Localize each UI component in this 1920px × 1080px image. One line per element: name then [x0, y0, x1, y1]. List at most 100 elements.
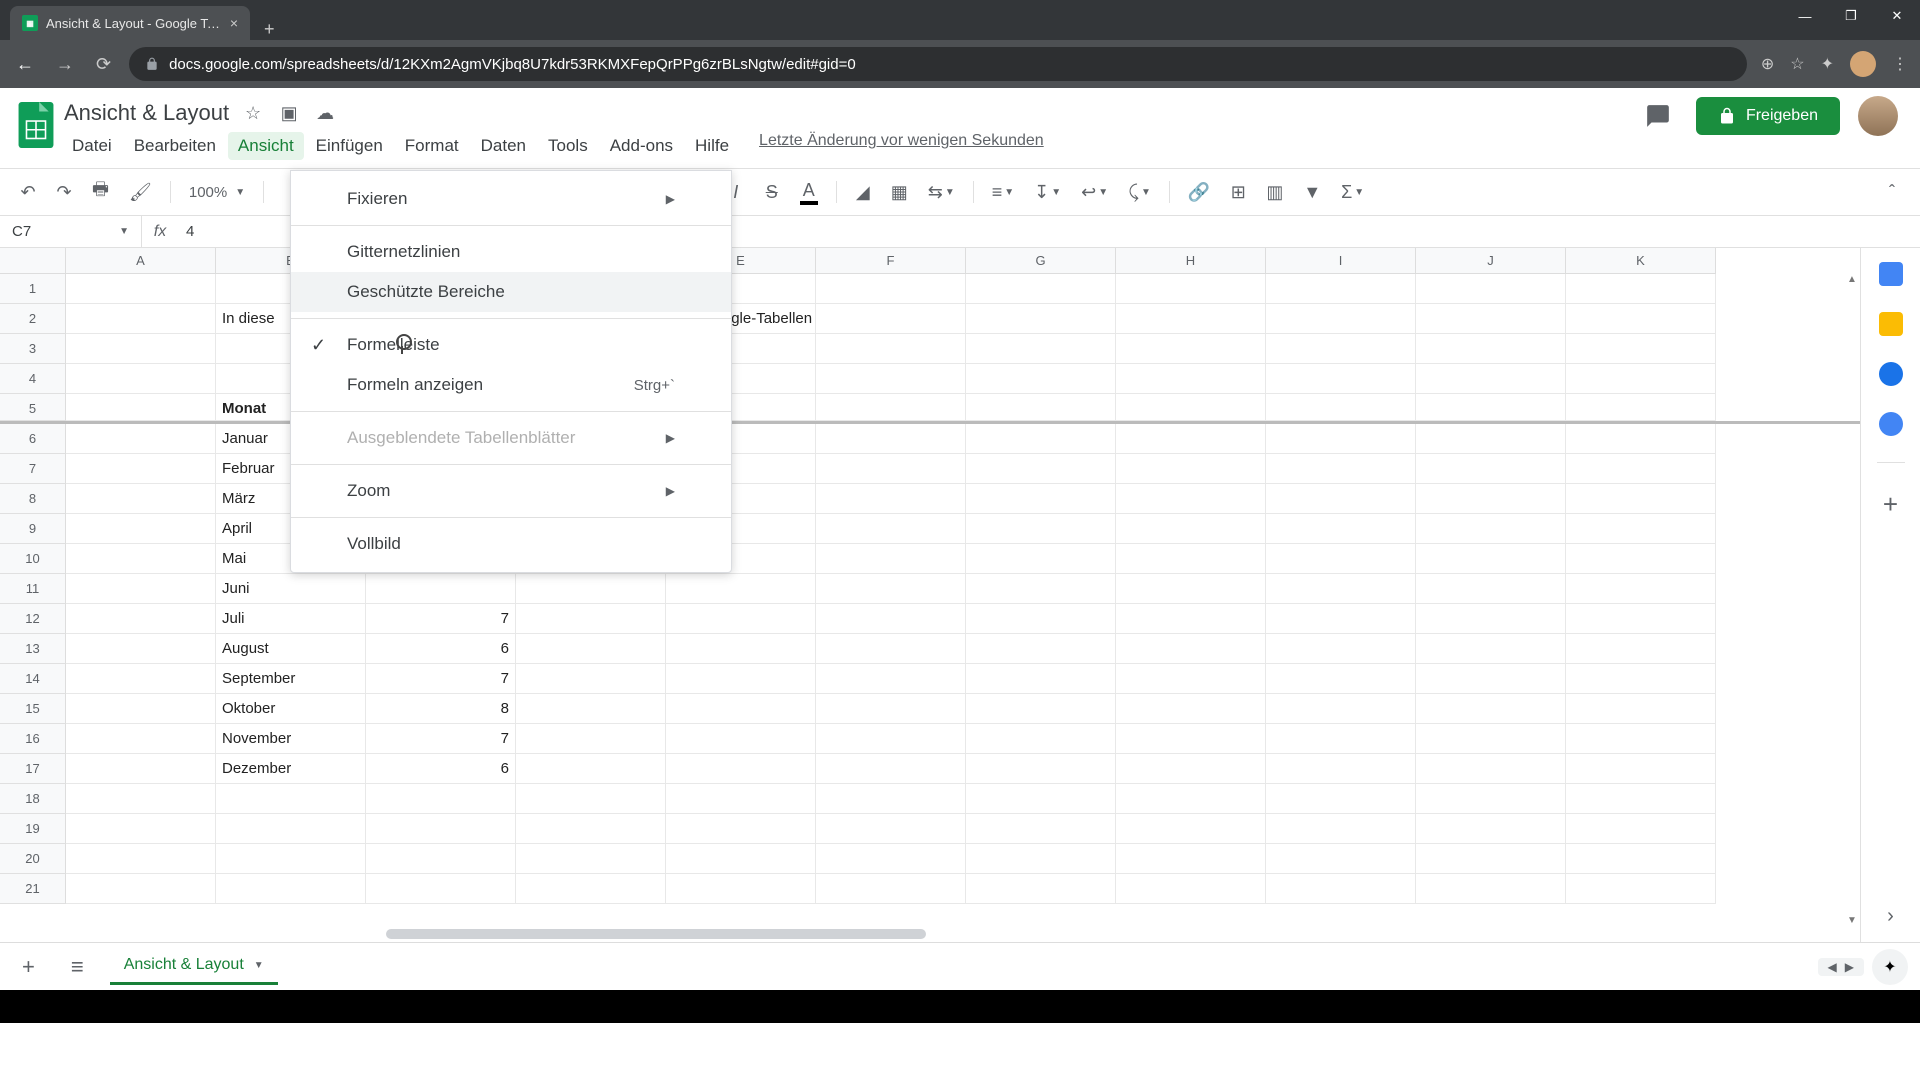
cell-F11[interactable]: [816, 574, 966, 604]
cell-H8[interactable]: [1116, 484, 1266, 514]
cell-J19[interactable]: [1416, 814, 1566, 844]
cell-I6[interactable]: [1266, 424, 1416, 454]
cell-A18[interactable]: [66, 784, 216, 814]
cell-H16[interactable]: [1116, 724, 1266, 754]
cell-I14[interactable]: [1266, 664, 1416, 694]
cell-I21[interactable]: [1266, 874, 1416, 904]
col-header-H[interactable]: H: [1116, 248, 1266, 274]
cell-H6[interactable]: [1116, 424, 1266, 454]
row-header-17[interactable]: 17: [0, 754, 66, 784]
row-header-21[interactable]: 21: [0, 874, 66, 904]
text-color-icon[interactable]: A: [794, 174, 824, 211]
cell-A19[interactable]: [66, 814, 216, 844]
cell-G6[interactable]: [966, 424, 1116, 454]
cell-H14[interactable]: [1116, 664, 1266, 694]
all-sheets-icon[interactable]: ≡: [61, 950, 94, 984]
move-icon[interactable]: ▣: [277, 103, 301, 124]
cell-H4[interactable]: [1116, 364, 1266, 394]
cell-H10[interactable]: [1116, 544, 1266, 574]
sheets-logo[interactable]: [12, 96, 60, 154]
cell-K7[interactable]: [1566, 454, 1716, 484]
explore-icon[interactable]: ✦: [1872, 949, 1908, 985]
cell-F15[interactable]: [816, 694, 966, 724]
cell-K16[interactable]: [1566, 724, 1716, 754]
menu-item-fixieren[interactable]: Fixieren▶: [291, 179, 731, 219]
menu-item-formelleiste[interactable]: ✓Formelleiste: [291, 325, 731, 365]
cell-D12[interactable]: [516, 604, 666, 634]
cell-H2[interactable]: [1116, 304, 1266, 334]
cell-G13[interactable]: [966, 634, 1116, 664]
doc-title[interactable]: Ansicht & Layout: [64, 100, 229, 126]
cell-A1[interactable]: [66, 274, 216, 304]
cell-J6[interactable]: [1416, 424, 1566, 454]
cell-I9[interactable]: [1266, 514, 1416, 544]
cell-A14[interactable]: [66, 664, 216, 694]
cell-G19[interactable]: [966, 814, 1116, 844]
maximize-icon[interactable]: ❐: [1828, 0, 1874, 32]
cell-A11[interactable]: [66, 574, 216, 604]
cell-I12[interactable]: [1266, 604, 1416, 634]
cell-K11[interactable]: [1566, 574, 1716, 604]
cell-B11[interactable]: Juni: [216, 574, 366, 604]
cell-A9[interactable]: [66, 514, 216, 544]
cell-C14[interactable]: 7: [366, 664, 516, 694]
cell-C21[interactable]: [366, 874, 516, 904]
cell-G1[interactable]: [966, 274, 1116, 304]
filter-icon[interactable]: ▼: [1297, 176, 1327, 209]
cell-J13[interactable]: [1416, 634, 1566, 664]
star-outline-icon[interactable]: ☆: [241, 103, 265, 124]
cell-E21[interactable]: [666, 874, 816, 904]
cell-B12[interactable]: Juli: [216, 604, 366, 634]
hide-side-panel-icon[interactable]: ›: [1887, 905, 1894, 942]
cell-A13[interactable]: [66, 634, 216, 664]
cell-K4[interactable]: [1566, 364, 1716, 394]
cell-J1[interactable]: [1416, 274, 1566, 304]
cell-K13[interactable]: [1566, 634, 1716, 664]
cell-G12[interactable]: [966, 604, 1116, 634]
share-button[interactable]: Freigeben: [1696, 97, 1840, 135]
cell-A21[interactable]: [66, 874, 216, 904]
cell-K15[interactable]: [1566, 694, 1716, 724]
cell-G7[interactable]: [966, 454, 1116, 484]
cell-E20[interactable]: [666, 844, 816, 874]
cell-D11[interactable]: [516, 574, 666, 604]
cell-J3[interactable]: [1416, 334, 1566, 364]
cell-G10[interactable]: [966, 544, 1116, 574]
menu-bearbeiten[interactable]: Bearbeiten: [124, 132, 226, 160]
cell-F17[interactable]: [816, 754, 966, 784]
cell-A3[interactable]: [66, 334, 216, 364]
cell-A20[interactable]: [66, 844, 216, 874]
cell-H19[interactable]: [1116, 814, 1266, 844]
star-icon[interactable]: ☆: [1790, 54, 1804, 74]
cell-C15[interactable]: 8: [366, 694, 516, 724]
cell-F10[interactable]: [816, 544, 966, 574]
cell-I1[interactable]: [1266, 274, 1416, 304]
cell-F4[interactable]: [816, 364, 966, 394]
cell-C13[interactable]: 6: [366, 634, 516, 664]
cell-A10[interactable]: [66, 544, 216, 574]
col-header-J[interactable]: J: [1416, 248, 1566, 274]
cell-C19[interactable]: [366, 814, 516, 844]
strikethrough-icon[interactable]: S: [758, 176, 786, 209]
forward-icon[interactable]: →: [52, 50, 78, 79]
row-header-11[interactable]: 11: [0, 574, 66, 604]
col-header-I[interactable]: I: [1266, 248, 1416, 274]
cell-F13[interactable]: [816, 634, 966, 664]
url-bar[interactable]: docs.google.com/spreadsheets/d/12KXm2Agm…: [129, 47, 1747, 81]
chrome-menu-icon[interactable]: ⋮: [1892, 54, 1908, 74]
cell-A4[interactable]: [66, 364, 216, 394]
zoom-reset-icon[interactable]: ⊕: [1761, 54, 1774, 74]
borders-icon[interactable]: ▦: [885, 176, 914, 209]
cell-F20[interactable]: [816, 844, 966, 874]
cell-G3[interactable]: [966, 334, 1116, 364]
cell-H3[interactable]: [1116, 334, 1266, 364]
row-header-9[interactable]: 9: [0, 514, 66, 544]
cell-J9[interactable]: [1416, 514, 1566, 544]
cell-G2[interactable]: [966, 304, 1116, 334]
cell-K1[interactable]: [1566, 274, 1716, 304]
cell-D14[interactable]: [516, 664, 666, 694]
select-all-corner[interactable]: [0, 248, 66, 274]
row-header-1[interactable]: 1: [0, 274, 66, 304]
cell-F14[interactable]: [816, 664, 966, 694]
cell-C18[interactable]: [366, 784, 516, 814]
